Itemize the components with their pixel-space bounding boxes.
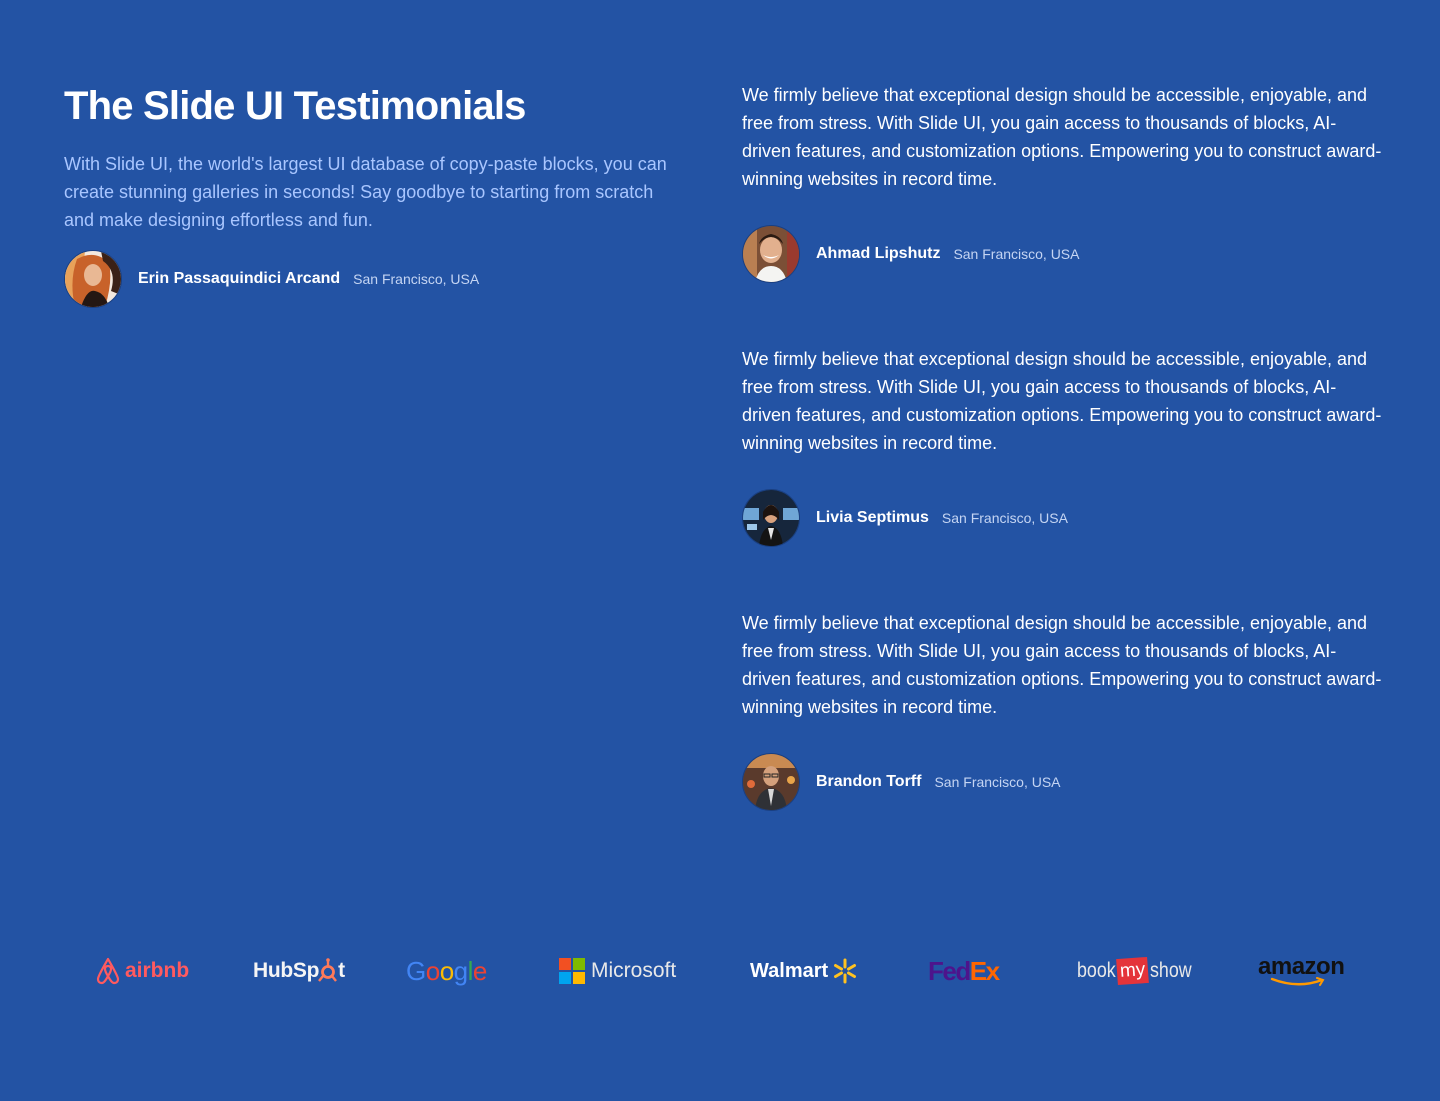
author-name: Livia Septimus <box>816 509 929 526</box>
hubspot-wordmark-a: HubSp <box>253 959 320 982</box>
avatar <box>64 250 122 308</box>
hubspot-logo: HubSp t <box>253 946 345 996</box>
testimonial-card: We firmly believe that exceptional desig… <box>742 609 1382 873</box>
airbnb-wordmark: airbnb <box>125 959 190 982</box>
page-title: The Slide UI Testimonials <box>64 84 526 128</box>
author-location: San Francisco, USA <box>941 510 1068 526</box>
avatar <box>742 489 800 547</box>
amazon-logo: amazon <box>1258 946 1345 996</box>
intro-text: With Slide UI, the world's largest UI da… <box>64 154 667 230</box>
author-location: San Francisco, USA <box>934 774 1061 790</box>
testimonial-quote: We firmly believe that exceptional desig… <box>742 85 1382 189</box>
avatar <box>742 225 800 283</box>
testimonial-author: Livia Septimus San Francisco, USA <box>742 489 1382 547</box>
microsoft-logo: Microsoft <box>559 946 676 996</box>
fedex-logo: Fed Ex <box>928 946 1000 996</box>
testimonials-list: We firmly believe that exceptional desig… <box>742 81 1382 873</box>
author-name: Ahmad Lipshutz <box>816 245 941 262</box>
fedex-wordmark-b: Ex <box>969 955 1000 986</box>
testimonial-card: We firmly believe that exceptional desig… <box>742 345 1382 609</box>
bookmyshow-wordmark-b: my <box>1116 956 1150 986</box>
author-location: San Francisco, USA <box>953 246 1080 262</box>
walmart-spark-icon <box>834 958 857 984</box>
client-logos: airbnb HubSp t Google Microsoft Walmart <box>80 946 1370 996</box>
hubspot-wordmark-b: t <box>338 959 346 982</box>
airbnb-logo: airbnb <box>94 946 189 996</box>
amazon-smile-icon <box>1270 977 1325 986</box>
bookmyshow-logo: book my show <box>1077 946 1199 996</box>
avatar <box>742 753 800 811</box>
google-wordmark: Google <box>406 955 487 986</box>
author-location: San Francisco, USA <box>353 271 480 287</box>
testimonial-quote: We firmly believe that exceptional desig… <box>742 613 1382 717</box>
fedex-wordmark-a: Fed <box>928 955 971 986</box>
microsoft-wordmark: Microsoft <box>591 959 677 982</box>
walmart-logo: Walmart <box>750 946 858 996</box>
testimonial-quote: We firmly believe that exceptional desig… <box>742 349 1382 453</box>
bookmyshow-wordmark-a: book <box>1077 959 1116 982</box>
featured-author: Erin Passaquindici Arcand San Francisco,… <box>64 250 684 308</box>
testimonial-author: Brandon Torff San Francisco, USA <box>742 753 1382 811</box>
hubspot-sprocket-icon <box>318 958 338 982</box>
google-logo: Google <box>406 946 487 996</box>
microsoft-squares-icon <box>559 958 585 984</box>
testimonial-author: Ahmad Lipshutz San Francisco, USA <box>742 225 1382 283</box>
airbnb-icon <box>96 957 120 985</box>
intro-section: The Slide UI Testimonials With Slide UI,… <box>64 80 684 308</box>
testimonial-card: We firmly believe that exceptional desig… <box>742 81 1382 345</box>
author-name: Brandon Torff <box>816 773 922 790</box>
bookmyshow-wordmark-c: show <box>1150 959 1193 982</box>
walmart-wordmark: Walmart <box>750 959 829 982</box>
amazon-wordmark: amazon <box>1258 953 1345 980</box>
author-name: Erin Passaquindici Arcand <box>138 270 341 287</box>
